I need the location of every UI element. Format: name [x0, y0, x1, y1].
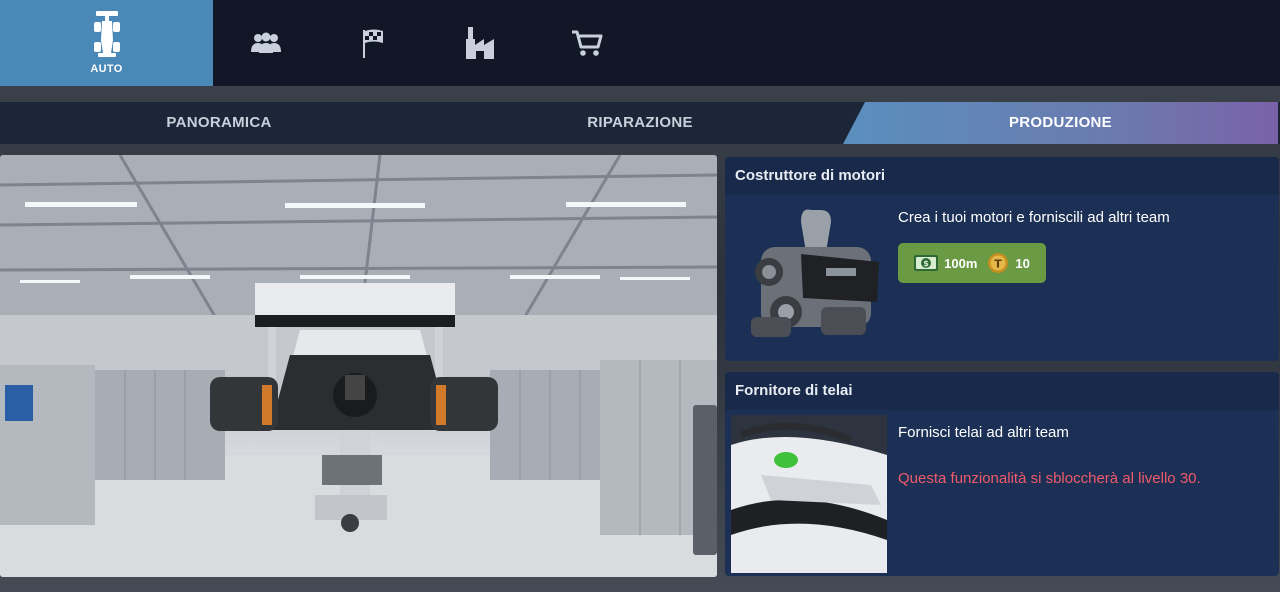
car-icon	[93, 11, 120, 57]
tab-riparazione[interactable]: RIPARAZIONE	[438, 102, 842, 144]
race-flag-icon	[363, 29, 383, 58]
tab-produzione[interactable]: PRODUZIONE	[843, 102, 1278, 144]
garage-car-image	[0, 155, 717, 577]
money-icon: $	[914, 255, 939, 271]
card-title: Costruttore di motori	[725, 157, 1279, 195]
cost-money-value: 100m	[944, 255, 978, 271]
engine-builder-card[interactable]: Costruttore di motori Crea i tuoi motori…	[725, 157, 1279, 361]
chassis-supplier-card[interactable]: Fornitore di telai Fornisci telai ad alt…	[725, 372, 1279, 576]
token-icon: T	[988, 253, 1009, 273]
nav-tab-race[interactable]	[320, 0, 426, 86]
shop-cart-icon	[572, 30, 603, 56]
nav-tab-shop[interactable]	[534, 0, 640, 86]
card-description: Fornisci telai ad altri team	[898, 424, 1069, 441]
svg-text:T: T	[995, 258, 1003, 271]
cost-token-value: 10	[1015, 255, 1030, 271]
build-engine-cost-button[interactable]: $ 100m T 10	[898, 243, 1046, 283]
engine-thumbnail	[751, 209, 879, 337]
locked-message: Questa funzionalità si sbloccherà al liv…	[898, 470, 1201, 487]
nav-tab-label: AUTO	[90, 63, 123, 75]
nav-tab-auto[interactable]: AUTO	[0, 0, 213, 86]
garage-scene-illustration	[0, 155, 717, 577]
card-description: Crea i tuoi motori e forniscili ad altri…	[898, 209, 1170, 226]
nav-tab-team[interactable]	[213, 0, 319, 86]
svg-text:$: $	[923, 259, 929, 268]
nav-tab-factory[interactable]	[427, 0, 533, 86]
sub-tab-bar: PANORAMICA RIPARAZIONE PRODUZIONE	[0, 102, 1280, 144]
tab-panoramica[interactable]: PANORAMICA	[0, 102, 438, 144]
top-navigation: AUTO	[0, 0, 1280, 86]
card-title: Fornitore di telai	[725, 372, 1279, 410]
chassis-thumbnail	[731, 415, 887, 573]
factory-icon	[466, 27, 494, 59]
team-icon	[251, 32, 281, 53]
